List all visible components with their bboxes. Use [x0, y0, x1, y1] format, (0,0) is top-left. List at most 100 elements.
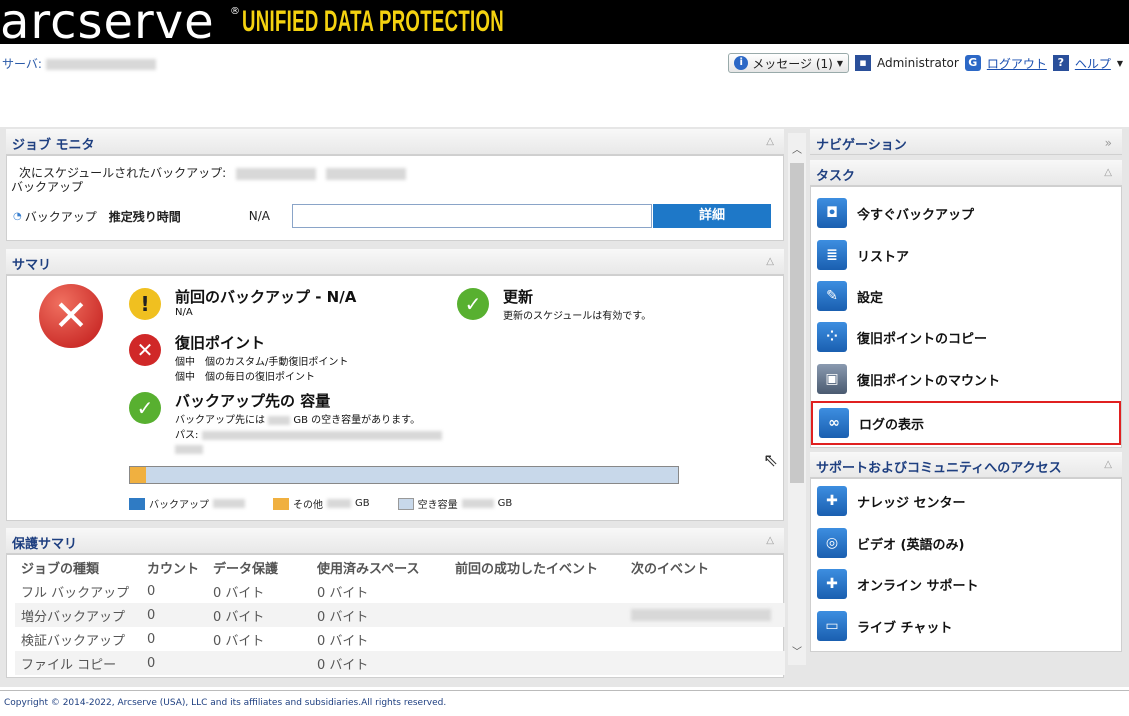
destination-path-label: パス:	[175, 430, 199, 441]
logout-link[interactable]: ログアウト	[987, 55, 1047, 72]
tasks-title: タスク	[816, 169, 856, 184]
update-title: 更新	[503, 288, 534, 306]
task-label: リストア	[857, 249, 910, 265]
info-icon: i	[734, 56, 749, 70]
data-protected-cell: 0 バイト	[213, 633, 265, 649]
restore-icon: ≣	[817, 240, 847, 270]
eta-label: 推定残り時間	[108, 209, 181, 224]
support-video[interactable]: ◎ ビデオ (英語のみ)	[817, 525, 1123, 561]
count-cell: 0	[147, 631, 156, 647]
next-event-cell	[625, 579, 785, 603]
footer: Copyright © 2014-2022, Arcserve (USA), L…	[0, 690, 1129, 716]
data-protected-cell	[207, 651, 311, 675]
collapse-up-icon[interactable]: △	[766, 535, 774, 546]
support-online-support[interactable]: ✚ オンライン サポート	[817, 566, 1123, 602]
chevron-down-icon: ▼	[836, 58, 843, 68]
help-link[interactable]: ヘルプ	[1075, 55, 1111, 72]
navigation-header[interactable]: ナビゲーション »	[810, 129, 1122, 155]
destination-check-icon: ✓	[129, 392, 161, 424]
column-header: 前回の成功したイベント	[455, 561, 599, 577]
scroll-thumb[interactable]	[790, 163, 804, 483]
data-protected-cell: 0 バイト	[207, 603, 311, 627]
update-check-icon: ✓	[457, 288, 489, 320]
support-header[interactable]: サポートおよびコミュニティへのアクセス △	[810, 452, 1122, 478]
task-label: ログの表示	[859, 417, 925, 433]
status-error-icon: ✕	[39, 284, 103, 348]
protection-summary-title: 保護サマリ	[12, 537, 78, 552]
logout-icon[interactable]: G	[964, 55, 981, 71]
table-row: 増分バックアップ 0 0 バイト 0 バイト	[15, 603, 785, 627]
tasks-header[interactable]: タスク △	[810, 160, 1122, 186]
legend-free-swatch	[397, 497, 414, 510]
copy-recovery-point-icon: ⁘	[817, 322, 847, 352]
path-redacted	[201, 430, 442, 440]
capacity-usage-bar	[129, 466, 679, 484]
server-label-text: サーバ:	[2, 57, 42, 71]
task-backup-now[interactable]: ◘ 今すぐバックアップ	[817, 195, 1123, 231]
scroll-down-icon[interactable]: ﹀	[792, 643, 802, 658]
job-type-cell: 検証バックアップ	[21, 633, 126, 649]
recovery-line-daily: 個中 個の毎日の復旧ポイント	[175, 372, 315, 383]
server-name-redacted	[45, 59, 156, 70]
job-type-cell: フル バックアップ	[21, 585, 130, 601]
details-button[interactable]: 詳細	[653, 204, 771, 228]
column-header: カウント	[147, 561, 200, 577]
username: Administrator	[877, 56, 959, 70]
task-label: 復旧ポイントのコピー	[857, 331, 988, 347]
navigation-title: ナビゲーション	[816, 138, 907, 153]
table-header-row: ジョブの種類 カウント データ保護 使用済みスペース 前回の成功したイベント 次…	[15, 555, 785, 579]
video-icon: ◎	[817, 528, 847, 558]
last-success-cell	[449, 627, 625, 651]
task-copy-recovery-point[interactable]: ⁘ 復旧ポイントのコピー	[817, 319, 1123, 355]
collapse-up-icon[interactable]: △	[1104, 459, 1112, 470]
legend-free-value-redacted	[461, 499, 494, 508]
copyright-text: Copyright © 2014-2022, Arcserve (USA), L…	[4, 698, 447, 708]
support-knowledge-center[interactable]: ✚ ナレッジ センター	[817, 483, 1123, 519]
task-mount-recovery-point[interactable]: ▣ 復旧ポイントのマウント	[817, 361, 1123, 397]
recovery-line-custom: 個中 個のカスタム/手動復旧ポイント	[175, 357, 349, 368]
collapse-up-icon[interactable]: △	[766, 136, 774, 147]
collapse-up-icon[interactable]: △	[1104, 167, 1112, 178]
help-icon[interactable]: ?	[1052, 55, 1069, 71]
used-space-cell: 0 バイト	[317, 585, 369, 601]
online-support-icon: ✚	[817, 569, 847, 599]
support-label: ナレッジ センター	[857, 495, 966, 511]
job-type-label: バックアップ	[24, 209, 97, 224]
job-progress-bar	[292, 204, 652, 228]
column-header: 使用済みスペース	[317, 561, 420, 577]
registered-mark: ®	[230, 6, 240, 17]
server-label: サーバ:	[2, 55, 156, 72]
job-type-cell: ファイル コピー	[15, 651, 141, 675]
recovery-title: 復旧ポイント	[175, 334, 266, 352]
legend-backup-label: バックアップ	[149, 500, 209, 511]
support-live-chat[interactable]: ▭ ライブ チャット	[817, 608, 1123, 644]
legend-other-unit: GB	[355, 498, 370, 509]
protection-summary-header[interactable]: 保護サマリ △	[6, 528, 784, 554]
column-header: データ保護	[213, 561, 279, 577]
summary-header[interactable]: サマリ △	[6, 249, 784, 275]
summary-panel: ✕ ! 前回のバックアップ - N/A N/A ✓ 更新 更新のスケジュールは有…	[6, 275, 784, 521]
task-settings[interactable]: ✎ 設定	[817, 278, 1123, 314]
view-logs-icon: ∞	[819, 408, 849, 438]
job-monitor-header[interactable]: ジョブ モニタ △	[6, 129, 784, 155]
scroll-up-icon[interactable]: ︿	[792, 141, 802, 156]
count-cell: 0	[147, 583, 156, 599]
count-cell: 0	[141, 651, 207, 675]
protection-summary-table: ジョブの種類 カウント データ保護 使用済みスペース 前回の成功したイベント 次…	[15, 555, 785, 675]
legend-free-label: 空き容量	[417, 500, 458, 511]
legend-backup-swatch	[129, 497, 145, 510]
vertical-scrollbar[interactable]: ︿ ﹀	[788, 133, 806, 665]
messages-button[interactable]: i メッセージ (1) ▼	[728, 53, 849, 73]
collapse-up-icon[interactable]: △	[766, 256, 774, 267]
help-chevron-down-icon[interactable]: ▼	[1117, 59, 1123, 68]
column-header: 次のイベント	[631, 561, 710, 577]
live-chat-icon: ▭	[817, 611, 847, 641]
recovery-points-status: 復旧ポイント 個中 個のカスタム/手動復旧ポイント 個中 個の毎日の復旧ポイント	[175, 332, 348, 383]
destination-free-prefix: バックアップ先には	[175, 415, 265, 426]
destination-path-line: パス:	[175, 426, 442, 441]
update-sub: 更新のスケジュールは有効です。	[503, 311, 652, 322]
task-restore[interactable]: ≣ リストア	[817, 237, 1123, 273]
expand-right-icon[interactable]: »	[1105, 136, 1112, 150]
task-view-logs[interactable]: ∞ ログの表示	[811, 401, 1121, 445]
legend-other-value-redacted	[327, 499, 351, 508]
